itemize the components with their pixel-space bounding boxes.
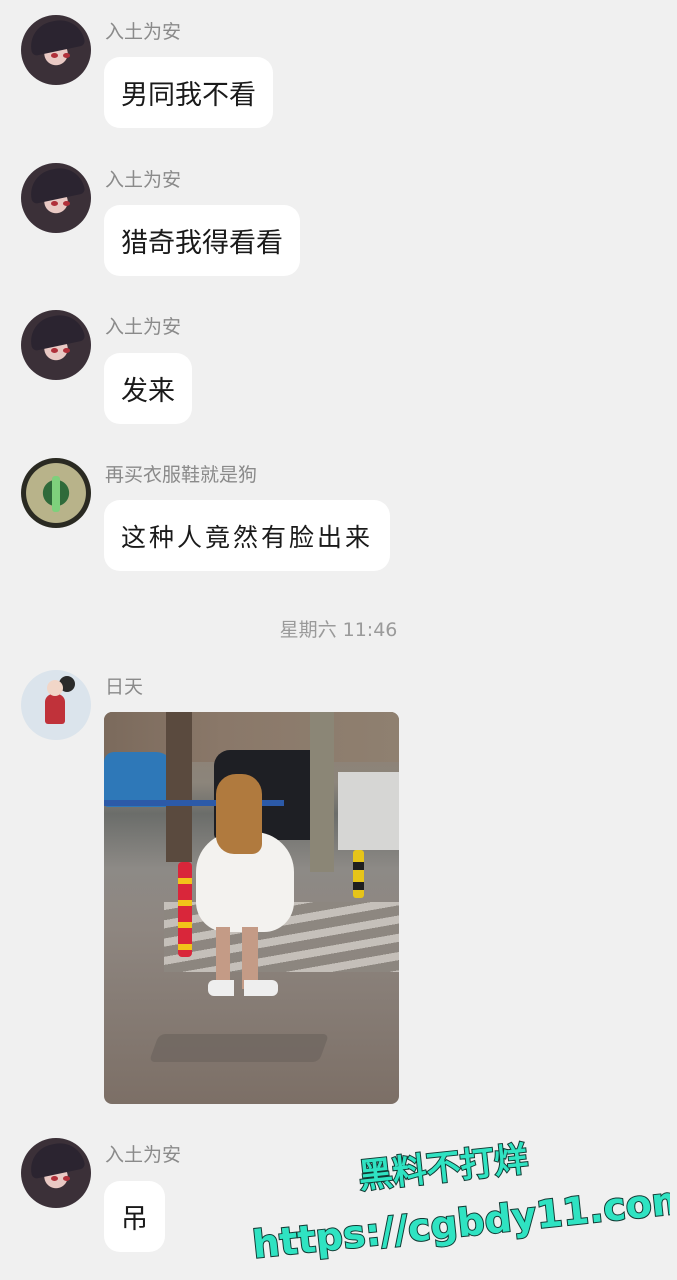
avatar[interactable] [21, 458, 91, 528]
watermark-line2: https://cgbdy11.com [250, 1177, 670, 1267]
sender-name: 入土为安 [105, 1144, 182, 1166]
watermark: 黑料不打烊 https://cgbdy11.com [250, 1140, 670, 1268]
photo-tree [166, 712, 192, 862]
message-bubble[interactable]: 发来 [104, 353, 192, 424]
message-bubble[interactable]: 男同我不看 [104, 57, 273, 128]
watermark-line1: 黑料不打烊 [357, 1140, 530, 1197]
avatar[interactable] [21, 670, 91, 740]
photo-message[interactable] [104, 712, 399, 1104]
message-bubble[interactable]: 这种人竟然有脸出来 [104, 500, 391, 571]
photo-manhole [148, 1034, 330, 1062]
sender-name: 入土为安 [105, 21, 182, 43]
timestamp: 星期六 11:46 [279, 619, 398, 641]
sender-name: 入土为安 [105, 316, 182, 338]
message-bubble[interactable]: 吊 [104, 1181, 165, 1252]
avatar[interactable] [21, 310, 91, 380]
photo-car [104, 752, 174, 807]
sender-name: 入土为安 [105, 169, 182, 191]
photo-sign [338, 772, 399, 850]
photo-shoes [208, 980, 278, 996]
sender-name: 再买衣服鞋就是狗 [105, 464, 258, 486]
photo-bollard [353, 850, 364, 898]
sender-name: 日天 [105, 676, 144, 698]
message-bubble[interactable]: 猎奇我得看看 [104, 205, 300, 276]
photo-bollard [178, 862, 192, 957]
avatar[interactable] [21, 163, 91, 233]
photo-tree [310, 712, 334, 872]
avatar[interactable] [21, 15, 91, 85]
photo-hair [216, 774, 262, 854]
avatar[interactable] [21, 1138, 91, 1208]
